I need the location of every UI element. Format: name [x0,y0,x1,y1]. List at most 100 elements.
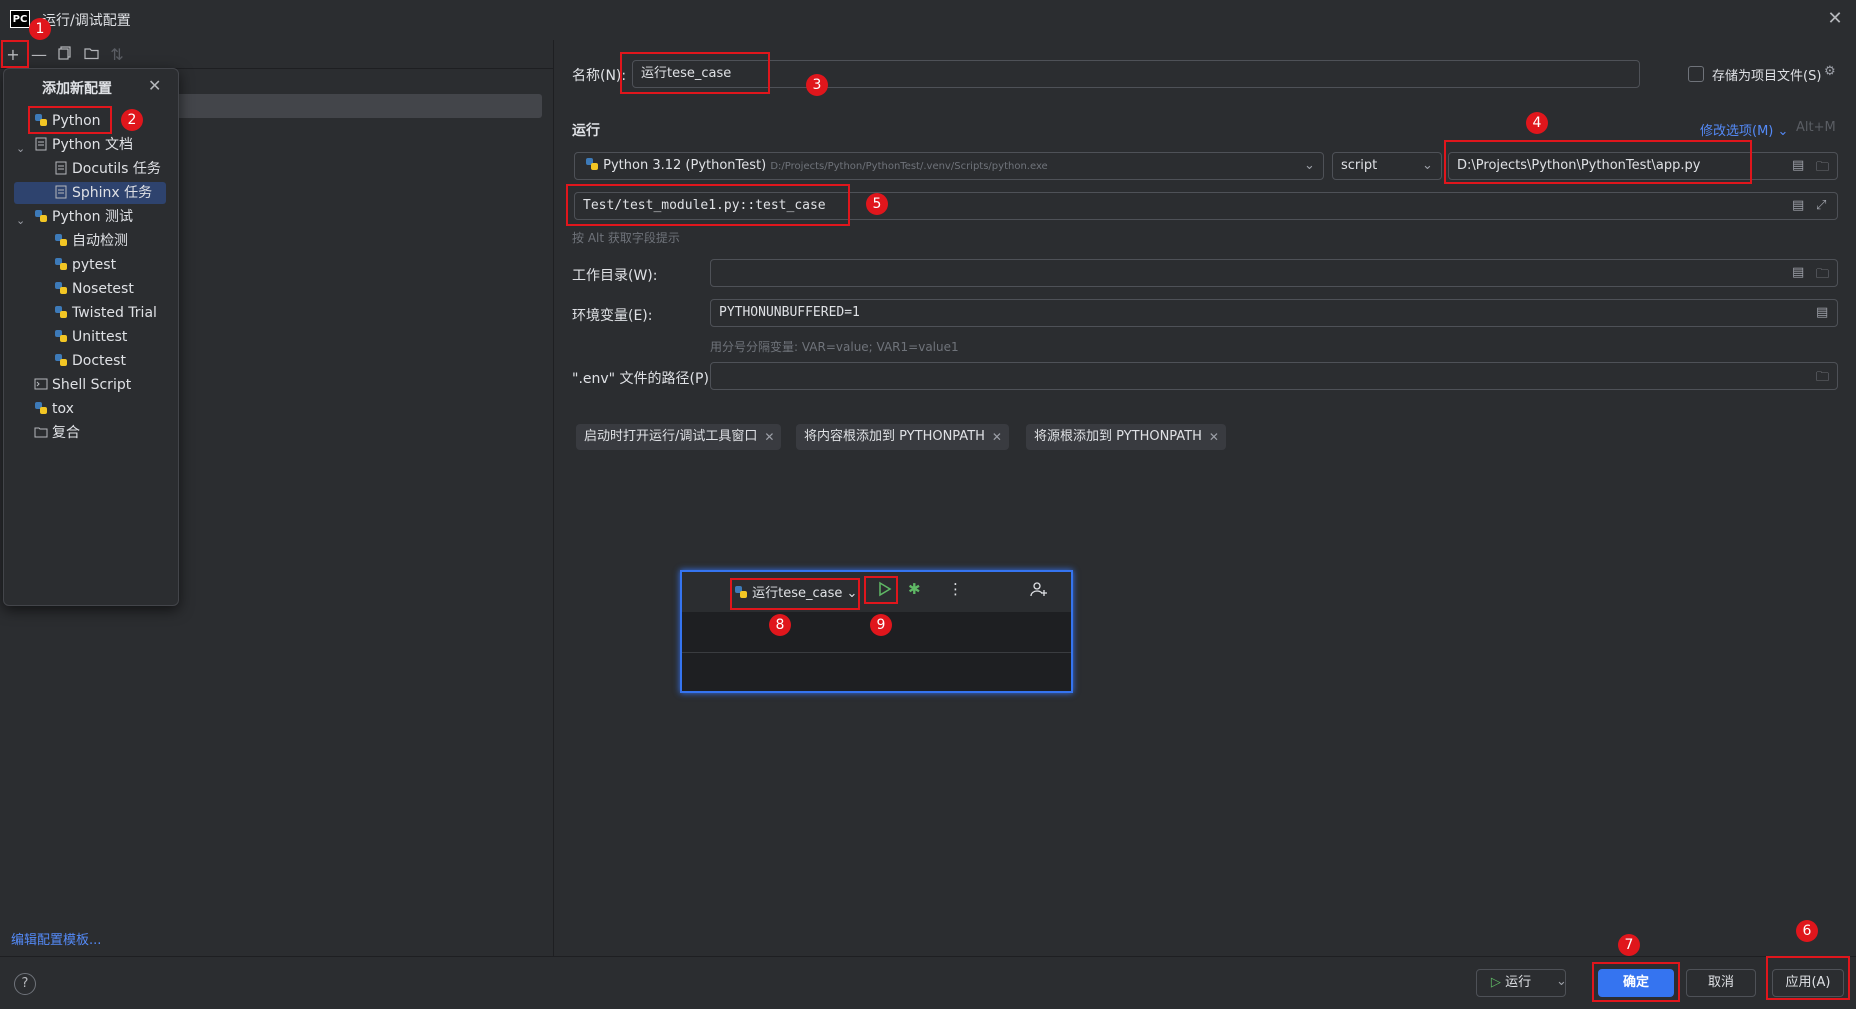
env-label: 环境变量(E): [572,308,653,324]
doc-icon [54,184,68,199]
copy-config-button[interactable] [54,44,76,66]
store-as-project-checkbox[interactable] [1688,66,1704,82]
python-test-icon [54,304,68,318]
annotation-badge-7: 7 [1618,934,1640,956]
modify-options-shortcut: Alt+M [1796,120,1836,135]
popup-item-python-docs[interactable]: Python 文档 [34,134,133,156]
popup-item-python-tests[interactable]: Python 测试 [34,206,133,228]
folder-icon [83,48,99,60]
annotation-badge-3: 3 [806,74,828,96]
workdir-input[interactable] [710,259,1838,287]
app-logo: PC [10,10,30,28]
python-icon [34,400,48,414]
popup-item-autodetect[interactable]: 自动检测 [54,230,128,252]
run-button[interactable]: ▷ 运行 [1476,969,1566,997]
sort-icon: ⇅ [110,45,124,64]
python-test-icon [54,352,68,366]
annotation-box-4 [1444,140,1752,184]
compound-icon [34,424,48,438]
popup-item-doctest[interactable]: Doctest [54,350,126,372]
env-input[interactable]: PYTHONUNBUFFERED=1 [710,299,1838,327]
window-title: 运行/调试配置 [42,13,131,29]
annotation-badge-8: 8 [769,614,791,636]
option-chip-open-tool-window[interactable]: 启动时打开运行/调试工具窗口 ✕ [576,424,782,450]
modify-options-link[interactable]: 修改选项(M) ⌄ [1700,120,1788,139]
annotation-badge-6: 6 [1796,920,1818,942]
run-section-title: 运行 [572,123,600,139]
close-window-icon[interactable]: ✕ [1824,8,1846,30]
bug-icon[interactable]: ✱ [908,580,921,598]
popup-item-compound[interactable]: 复合 [34,422,80,444]
add-user-icon [1030,582,1047,597]
cancel-button[interactable]: 取消 [1686,969,1756,997]
help-button[interactable]: ? [14,973,36,995]
popup-item-twisted[interactable]: Twisted Trial [54,302,157,324]
popup-item-docutils[interactable]: Docutils 任务 [54,158,161,180]
folder-button[interactable] [80,44,102,66]
annotation-box-9 [864,576,898,604]
python-test-icon [54,328,68,342]
popup-item-tox[interactable]: tox [34,398,74,420]
more-icon[interactable]: ⋮ [948,580,963,598]
annotation-badge-2: 2 [121,109,143,131]
shell-icon [34,376,48,390]
name-label: 名称(N): [572,68,627,84]
close-popup-icon[interactable]: ✕ [148,76,161,95]
popup-item-unittest[interactable]: Unittest [54,326,127,348]
copy-icon [58,46,71,60]
python-icon [585,155,599,179]
interpreter-path: D:/Projects/Python/PythonTest/.venv/Scri… [770,161,1048,172]
annotation-badge-1: 1 [29,18,51,40]
doc-icon [54,160,68,175]
option-chip-content-roots[interactable]: 将内容根添加到 PYTHONPATH ✕ [796,424,1009,450]
alt-hint: 按 Alt 获取字段提示 [572,231,680,245]
folder-icon[interactable]: 🗀 [1816,158,1829,180]
edit-templates-link[interactable]: 编辑配置模板... [11,929,101,948]
annotation-box-3 [620,52,770,94]
chevron-down-icon[interactable]: ⌄ [1304,158,1315,173]
folder-icon[interactable]: 🗀 [1816,265,1829,287]
name-input[interactable]: 运行tese_case [632,60,1640,88]
add-user-button[interactable] [1030,580,1048,602]
popup-item-shell-script[interactable]: Shell Script [34,374,131,396]
option-chip-source-roots[interactable]: 将源根添加到 PYTHONPATH ✕ [1026,424,1226,450]
annotation-box-7 [1592,962,1680,1002]
list-icon[interactable]: ▤ [1792,198,1804,213]
python-test-icon [54,232,68,246]
python-test-icon [54,280,68,294]
annotation-box-5 [566,184,850,226]
bottom-bar [0,956,1856,1009]
inset-divider [682,652,1071,653]
list-icon[interactable]: ▤ [1792,158,1804,173]
dotenv-input[interactable] [710,362,1838,390]
list-icon[interactable]: ▤ [1792,265,1804,280]
annotation-badge-4: 4 [1526,112,1548,134]
chevron-down-icon[interactable]: ⌄ [16,214,25,227]
sort-button[interactable]: ⇅ [106,44,128,66]
folder-icon[interactable]: 🗀 [1816,368,1829,390]
close-icon[interactable]: ✕ [1209,424,1219,450]
gear-icon[interactable]: ⚙ [1824,64,1836,79]
popup-item-pytest[interactable]: pytest [54,254,116,276]
close-icon[interactable]: ✕ [992,424,1002,450]
list-icon[interactable]: ▤ [1816,305,1828,320]
annotation-box-6 [1766,956,1850,1000]
popup-item-sphinx[interactable]: Sphinx 任务 [54,182,152,204]
annotation-box-2 [28,106,112,134]
store-as-project-label: 存储为项目文件(S) [1712,69,1822,84]
expand-icon[interactable]: ⤢ [1816,198,1826,213]
selected-config-row[interactable] [170,94,542,118]
remove-config-button[interactable]: — [28,44,50,66]
popup-item-nosetest[interactable]: Nosetest [54,278,134,300]
annotation-badge-5: 5 [866,193,888,215]
run-dropdown-icon[interactable]: ⌄ [1556,974,1567,989]
python-test-icon [54,256,68,270]
close-icon[interactable]: ✕ [764,424,774,450]
chevron-down-icon[interactable]: ⌄ [16,142,25,155]
python-icon [34,208,48,222]
remove-icon: — [31,45,47,64]
annotation-box-8 [730,578,860,610]
interpreter-select[interactable]: Python 3.12 (PythonTest) D:/Projects/Pyt… [574,152,1324,180]
annotation-box-1 [1,40,29,68]
chevron-down-icon[interactable]: ⌄ [1422,158,1433,173]
